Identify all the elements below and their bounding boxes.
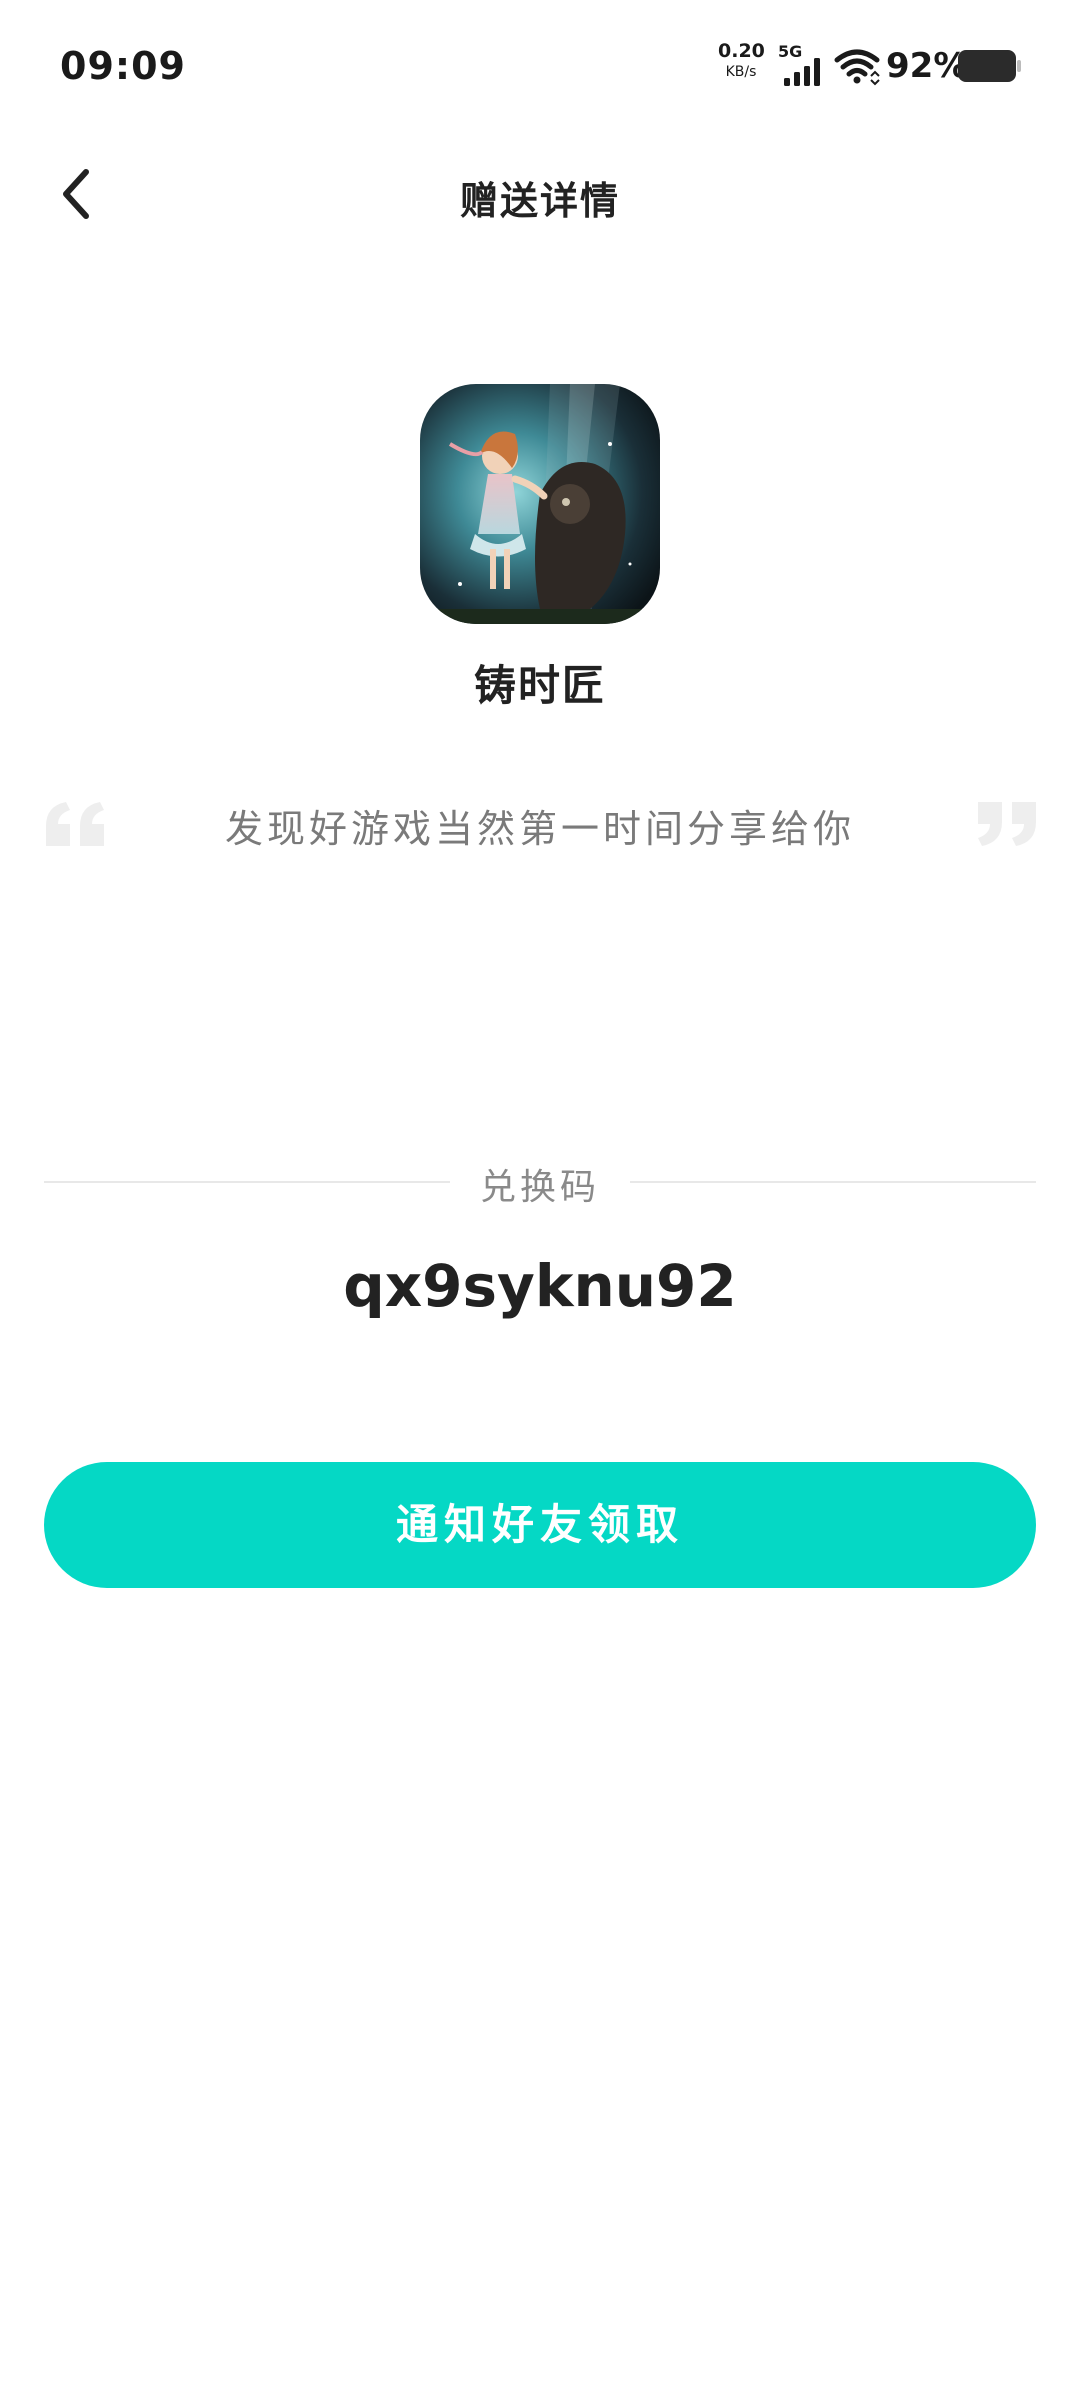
share-message: 发现好游戏当然第一时间分享给你: [224, 807, 855, 851]
notify-friend-button[interactable]: 通知好友领取: [44, 1462, 1036, 1588]
network-speed-unit: KB/s: [725, 64, 757, 80]
header: 赠送详情: [0, 150, 1080, 240]
battery-percent: 92%: [886, 46, 968, 86]
redeem-code-label: 兑换码: [479, 1167, 600, 1208]
cellular-signal-icon: 5G: [778, 44, 826, 88]
wifi-icon: [834, 49, 880, 86]
close-quote-icon: [978, 802, 1036, 846]
divider-left: [44, 1181, 450, 1183]
divider-right: [630, 1181, 1036, 1183]
battery-icon: [958, 50, 1021, 82]
game-name: 铸时匠: [473, 661, 606, 710]
status-time: 09:09: [60, 44, 186, 88]
status-bar: 09:09 0.20 KB/s 5G 92%: [0, 0, 1080, 130]
game-icon: [420, 384, 660, 624]
network-speed-value: 0.20: [718, 40, 765, 62]
open-quote-icon: [46, 802, 104, 846]
page-title: 赠送详情: [459, 179, 620, 223]
redeem-code-value[interactable]: qx9syknu92: [0, 1252, 1080, 1320]
network-speed: 0.20 KB/s: [718, 40, 765, 80]
